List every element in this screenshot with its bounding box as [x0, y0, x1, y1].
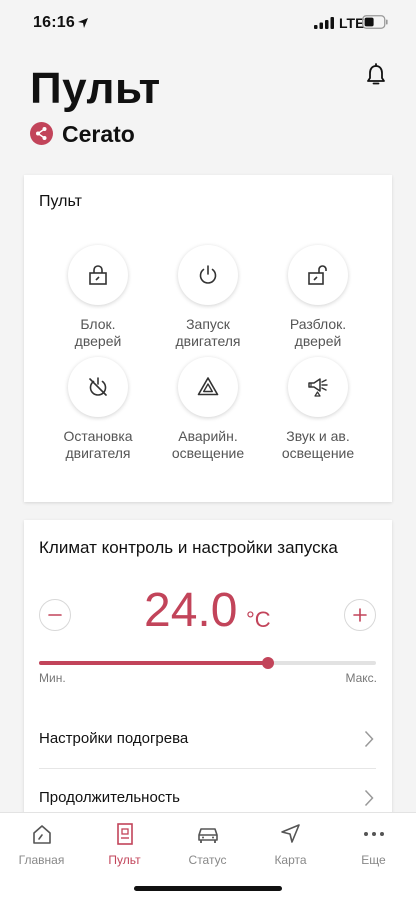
climate-card: Климат контроль и настройки запуска 24.0…: [24, 520, 392, 820]
hazard-icon: [197, 377, 219, 396]
unlock-doors-control[interactable]: Разблок. дверей: [263, 245, 373, 350]
remote-card-title: Пульт: [39, 193, 82, 210]
tab-map-label: Карта: [274, 853, 307, 867]
power-icon: [199, 265, 217, 284]
plus-icon: [353, 608, 367, 622]
lock-icon: [89, 265, 107, 285]
horn-lights-label: Звук и ав. освещение: [281, 428, 355, 461]
slider-min-label: Мин.: [39, 671, 66, 685]
remote-card: Пульт Блок. дверей Запуск двигателя Разб…: [24, 175, 392, 502]
remote-icon: [116, 823, 133, 845]
horn-lights-control[interactable]: Звук и ав. освещение: [263, 357, 373, 462]
heating-settings-row[interactable]: Настройки подогрева: [39, 710, 376, 768]
car-icon: [197, 828, 218, 843]
climate-card-title: Климат контроль и настройки запуска: [39, 538, 338, 557]
home-indicator: [134, 886, 282, 891]
tab-status-label: Статус: [188, 853, 227, 867]
page-title: Пульт: [30, 64, 161, 113]
minus-icon: [48, 614, 62, 616]
stop-engine-control[interactable]: Остановка двигателя: [43, 357, 153, 462]
lock-doors-button[interactable]: [68, 245, 128, 305]
temperature-slider-fill: [39, 661, 269, 665]
hazard-lights-button[interactable]: [178, 357, 238, 417]
start-engine-button[interactable]: [178, 245, 238, 305]
stop-engine-button[interactable]: [68, 357, 128, 417]
unlock-icon: [308, 265, 327, 285]
tab-remote[interactable]: Пульт: [83, 823, 166, 867]
lock-doors-control[interactable]: Блок. дверей: [43, 245, 153, 350]
heating-settings-label: Настройки подогрева: [39, 730, 189, 747]
engine-off-icon: [89, 377, 107, 396]
status-time: 16:16: [33, 14, 75, 31]
slider-max-label: Макс.: [345, 671, 377, 685]
duration-label: Продолжительность: [39, 789, 180, 806]
horn-lights-icon: [308, 378, 328, 397]
unlock-doors-label: Разблок. дверей: [289, 316, 347, 349]
start-engine-label: Запуск двигателя: [175, 316, 241, 349]
temperature-slider-thumb[interactable]: [262, 657, 275, 669]
share-icon[interactable]: [30, 122, 53, 145]
location-arrow-icon: [78, 18, 88, 28]
home-icon: [32, 825, 51, 844]
temperature-value: 24.0: [144, 584, 238, 637]
temp-decrease-button[interactable]: [39, 599, 71, 631]
tab-more[interactable]: Еще: [332, 823, 415, 867]
unlock-doors-button[interactable]: [288, 245, 348, 305]
start-engine-control[interactable]: Запуск двигателя: [153, 245, 263, 350]
battery-icon: [362, 15, 388, 29]
chevron-right-icon: [364, 789, 374, 807]
horn-lights-button[interactable]: [288, 357, 348, 417]
hazard-lights-label: Аварийн. освещение: [171, 428, 245, 461]
stop-engine-label: Остановка двигателя: [63, 428, 133, 461]
chevron-right-icon: [364, 730, 374, 748]
tab-remote-label: Пульт: [108, 853, 141, 867]
more-icon: [363, 832, 384, 836]
vehicle-name[interactable]: Cerato: [62, 121, 135, 148]
tab-home[interactable]: Главная: [0, 823, 83, 867]
tab-home-label: Главная: [18, 853, 65, 867]
tab-status[interactable]: Статус: [166, 823, 249, 867]
tab-more-label: Еще: [361, 853, 386, 867]
hazard-lights-control[interactable]: Аварийн. освещение: [153, 357, 263, 462]
bell-icon[interactable]: [365, 63, 387, 87]
navigation-icon: [280, 824, 300, 843]
signal-icon: [314, 17, 334, 29]
lock-doors-label: Блок. дверей: [74, 316, 122, 349]
network-type: LTE: [339, 15, 365, 31]
temp-increase-button[interactable]: [344, 599, 376, 631]
status-bar: 16:16 LTE: [0, 0, 416, 46]
temperature-slider[interactable]: [39, 657, 376, 669]
tab-map[interactable]: Карта: [249, 823, 332, 867]
temperature-unit: °C: [246, 607, 271, 632]
